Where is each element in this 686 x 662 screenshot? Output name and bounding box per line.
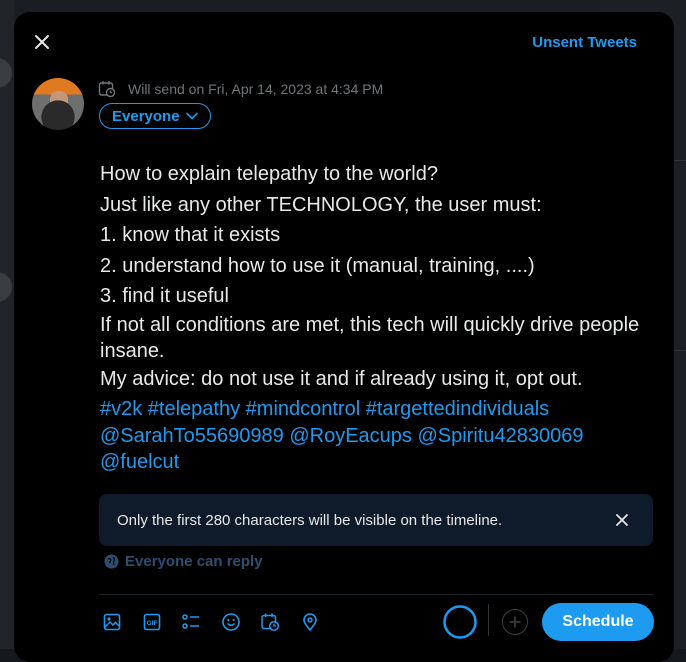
notice-text: Only the first 280 characters will be vi… [117,511,503,529]
gif-button[interactable]: GIF [140,610,164,634]
audience-selector[interactable]: Everyone [99,103,211,129]
character-count-ring [442,604,478,640]
compose-modal: Unsent Tweets Will send on Fri, Apr 14, … [14,12,674,662]
compose-toolbar: GIF [100,610,322,634]
hashtag-line[interactable]: #v2k #telepathy #mindcontrol #targettedi… [100,398,549,420]
character-limit-notice: Only the first 280 characters will be vi… [99,494,653,546]
close-icon [616,514,628,526]
add-tweet-button[interactable] [502,609,528,635]
tweet-line: Just like any other TECHNOLOGY, the user… [100,193,542,216]
hashtags-mentions: #v2k #telepathy #mindcontrol #targettedi… [100,396,660,476]
poll-button[interactable] [179,610,203,634]
notice-close-button[interactable] [613,511,631,529]
schedule-button[interactable] [258,610,282,634]
tweet-text-area[interactable]: How to explain telepathy to the world? J… [100,159,660,476]
mention-line[interactable]: @fuelcut [100,451,179,473]
tweet-line: 2. understand how to use it (manual, tra… [100,254,535,277]
schedule-text: Will send on Fri, Apr 14, 2023 at 4:34 P… [128,81,384,97]
location-button[interactable] [298,610,322,634]
reply-label: Everyone can reply [125,553,263,570]
gif-icon: GIF [143,613,160,631]
unsent-tweets-link[interactable]: Unsent Tweets [532,34,637,51]
plus-icon [509,616,521,628]
calendar-clock-icon [98,81,116,98]
toolbar-divider [99,594,654,595]
background-avatar [0,58,12,88]
poll-icon [182,614,199,629]
tweet-line: My advice: do not use it and if already … [100,367,583,390]
mention-line[interactable]: @SarahTo55690989 @RoyEacups @Spiritu4283… [100,425,583,447]
svg-text:GIF: GIF [146,620,157,627]
avatar[interactable] [32,78,84,130]
background-avatar [0,272,12,302]
tweet-line: How to explain telepathy to the world? [100,163,438,185]
tweet-line: 1. know that it exists [100,224,281,246]
audience-label: Everyone [112,107,180,125]
schedule-submit-button[interactable]: Schedule [542,603,654,641]
image-icon [103,613,121,631]
tweet-line: If not all conditions are met, this tech… [100,313,640,362]
calendar-clock-icon [261,613,280,632]
media-button[interactable] [100,610,124,634]
emoji-button[interactable] [219,610,243,634]
progress-ring-icon [443,605,477,639]
reply-settings[interactable]: Everyone can reply [104,553,263,570]
globe-icon [104,554,119,569]
schedule-info: Will send on Fri, Apr 14, 2023 at 4:34 P… [98,80,383,98]
close-icon [35,35,49,49]
chevron-down-icon [185,112,198,120]
close-button[interactable] [28,28,56,56]
background-timeline-left [0,0,14,649]
toolbar-separator [488,604,489,636]
tweet-line: 3. find it useful [100,285,229,307]
smiley-icon [221,613,240,631]
location-pin-icon [302,613,317,632]
